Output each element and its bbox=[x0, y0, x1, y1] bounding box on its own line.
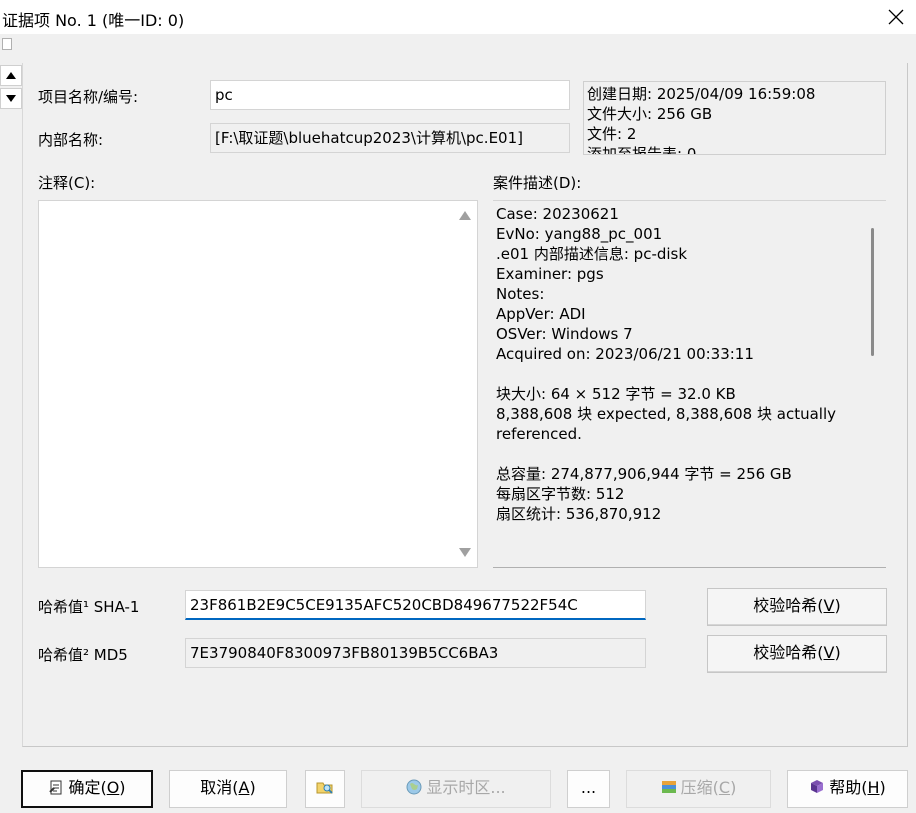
verify-md5-hotkey: V bbox=[823, 643, 835, 662]
verify-sha1-button[interactable]: 校验哈希(V) bbox=[707, 588, 887, 626]
desc-line: Case: 20230621 bbox=[496, 205, 619, 223]
collapse-handle[interactable] bbox=[2, 38, 12, 50]
sha1-label: 哈希值¹ SHA-1 bbox=[38, 598, 140, 616]
desc-line bbox=[496, 444, 856, 464]
case-description[interactable]: Case: 20230621 EvNo: yang88_pc_001 .e01 … bbox=[493, 200, 886, 568]
case-description-text: Case: 20230621 EvNo: yang88_pc_001 .e01 … bbox=[496, 204, 856, 524]
scroll-down-icon[interactable] bbox=[459, 548, 471, 557]
properties-icon bbox=[49, 780, 62, 795]
desc-line: 总容量: 274,877,906,944 字节 = 256 GB bbox=[496, 465, 792, 483]
ok-label-end: ) bbox=[119, 778, 126, 797]
description-scrollbar-thumb[interactable] bbox=[871, 228, 874, 356]
cancel-button[interactable]: 取消(A) bbox=[169, 770, 287, 808]
ok-label: 确定( bbox=[68, 778, 107, 797]
title-bar: 证据项 No. 1 (唯一ID: 0) bbox=[0, 0, 916, 34]
show-timezone-label: 显示时区... bbox=[426, 778, 506, 797]
desc-line: 每扇区字节数: 512 bbox=[496, 485, 625, 503]
desc-line: Examiner: pgs bbox=[496, 265, 604, 283]
compress-button[interactable]: 压缩(C) bbox=[626, 770, 771, 808]
help-label: 帮助( bbox=[829, 778, 868, 797]
desc-line: EvNo: yang88_pc_001 bbox=[496, 225, 663, 243]
verify-sha1-label: 校验哈希( bbox=[753, 596, 824, 615]
ok-button[interactable]: 确定(O) bbox=[21, 770, 153, 808]
close-button[interactable] bbox=[876, 0, 916, 34]
created-date-text: 创建日期: 2025/04/09 16:59:08 bbox=[587, 85, 816, 103]
desc-line: Acquired on: 2023/06/21 00:33:11 bbox=[496, 345, 754, 363]
show-timezone-button[interactable]: 显示时区... bbox=[361, 770, 551, 808]
desc-line bbox=[496, 364, 856, 384]
next-item-button[interactable] bbox=[0, 88, 22, 109]
compress-hotkey: C bbox=[718, 778, 731, 797]
explore-button[interactable] bbox=[305, 770, 345, 808]
comment-label: 注释(C): bbox=[38, 174, 96, 192]
globe-icon bbox=[406, 779, 422, 795]
verify-md5-label: 校验哈希( bbox=[753, 643, 824, 662]
name-label: 项目名称/编号: bbox=[38, 88, 139, 106]
ok-hotkey: O bbox=[106, 778, 120, 797]
help-button[interactable]: 帮助(H) bbox=[787, 770, 908, 808]
name-input[interactable]: pc bbox=[210, 80, 570, 110]
internal-name-label: 内部名称: bbox=[38, 131, 104, 149]
comment-textarea[interactable] bbox=[38, 200, 478, 568]
folder-search-icon bbox=[316, 782, 333, 794]
cancel-label: 取消( bbox=[200, 778, 239, 797]
help-book-icon bbox=[811, 780, 824, 793]
arrow-up-icon bbox=[6, 72, 16, 79]
internal-name-field: [F:\取证题\bluehatcup2023\计算机\pc.E01] bbox=[210, 123, 570, 153]
compress-label-end: ) bbox=[730, 778, 737, 797]
item-spinner bbox=[0, 65, 22, 110]
compress-label: 压缩( bbox=[680, 778, 719, 797]
help-hotkey: H bbox=[867, 778, 880, 797]
verify-md5-button[interactable]: 校验哈希(V) bbox=[707, 635, 887, 673]
md5-field: 7E3790840F8300973FB80139B5CC6BA3 bbox=[185, 638, 646, 668]
file-count-text: 文件: 2 bbox=[587, 125, 637, 143]
desc-line: 8,388,608 块 expected, 8,388,608 块 actual… bbox=[496, 405, 836, 443]
close-icon bbox=[888, 9, 904, 25]
scroll-up-icon[interactable] bbox=[459, 211, 471, 220]
more-options-button[interactable]: ... bbox=[567, 770, 610, 808]
help-label-end: ) bbox=[879, 778, 886, 797]
archive-icon bbox=[661, 781, 676, 793]
arrow-down-icon bbox=[6, 95, 16, 102]
desc-line: Notes: bbox=[496, 285, 545, 303]
desc-line: OSVer: Windows 7 bbox=[496, 325, 633, 343]
desc-line: .e01 内部描述信息: pc-disk bbox=[496, 245, 688, 263]
desc-line: 块大小: 64 × 512 字节 = 32.0 KB bbox=[496, 385, 736, 403]
cancel-label-end: ) bbox=[249, 778, 256, 797]
window-title: 证据项 No. 1 (唯一ID: 0) bbox=[2, 11, 185, 30]
cancel-hotkey: A bbox=[238, 778, 250, 797]
info-box: 创建日期: 2025/04/09 16:59:08 文件大小: 256 GB 文… bbox=[583, 81, 886, 155]
file-size-text: 文件大小: 256 GB bbox=[587, 105, 713, 123]
sha1-input[interactable]: 23F861B2E9C5CE9135AFC520CBD849677522F54C bbox=[185, 590, 646, 620]
verify-sha1-label-end: ) bbox=[834, 596, 841, 615]
md5-label: 哈希值² MD5 bbox=[38, 646, 128, 664]
verify-sha1-hotkey: V bbox=[823, 596, 835, 615]
previous-item-button[interactable] bbox=[0, 65, 22, 86]
description-label: 案件描述(D): bbox=[493, 174, 582, 192]
desc-line: AppVer: ADI bbox=[496, 305, 586, 323]
verify-md5-label-end: ) bbox=[834, 643, 841, 662]
desc-line: 扇区统计: 536,870,912 bbox=[496, 505, 662, 523]
report-count-text: 添加至报告表: 0 bbox=[587, 145, 697, 155]
